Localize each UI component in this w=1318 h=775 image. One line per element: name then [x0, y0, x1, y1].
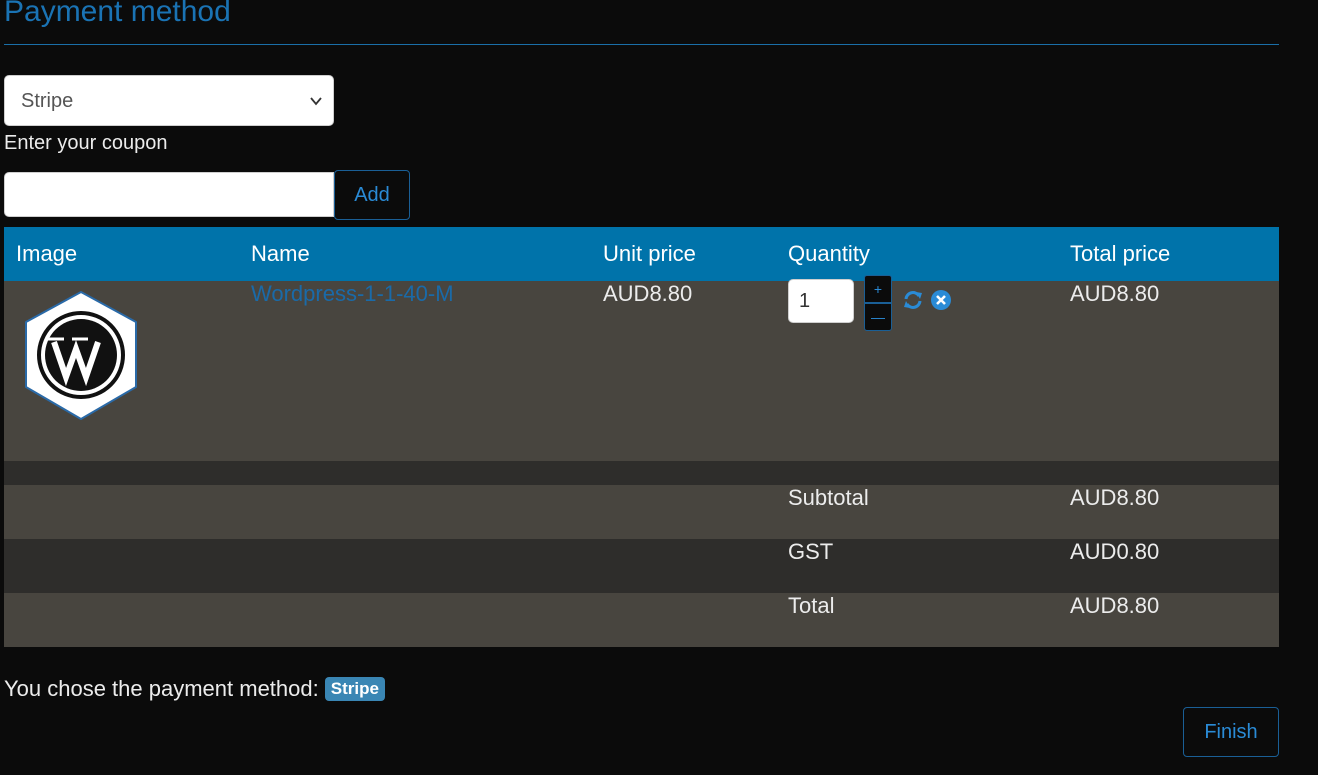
quantity-decrease-button[interactable]: —: [864, 303, 892, 331]
chosen-method-text: You chose the payment method: Stripe: [4, 676, 385, 702]
gst-label: GST: [776, 539, 1058, 593]
total-price-cell: AUD8.80: [1058, 281, 1279, 461]
payment-method-selected: Stripe: [21, 90, 74, 112]
quantity-cell: 1 + —: [776, 275, 1058, 461]
page-title: Payment method: [4, 0, 231, 28]
product-name-cell: Wordpress-1-1-40-M: [239, 281, 591, 461]
quantity-increase-button[interactable]: +: [864, 275, 892, 303]
gst-value: AUD0.80: [1058, 539, 1279, 593]
header-unit-price: Unit price: [591, 227, 776, 281]
table-row: Wordpress-1-1-40-M AUD8.80 1 + — AUD8.80: [4, 275, 1279, 461]
cart-table: Image Name Unit price Quantity Total pri…: [4, 227, 1279, 647]
table-spacer-row: [4, 461, 1279, 485]
header-image: Image: [4, 227, 239, 281]
coupon-input[interactable]: [4, 172, 334, 217]
total-label: Total: [776, 593, 1058, 647]
header-quantity: Quantity: [776, 227, 1058, 281]
product-name-link[interactable]: Wordpress-1-1-40-M: [251, 281, 454, 306]
unit-price-cell: AUD8.80: [591, 281, 776, 461]
header-name: Name: [239, 227, 591, 281]
chosen-method-label: You chose the payment method:: [4, 676, 319, 701]
chevron-down-icon: [310, 97, 322, 106]
remove-icon[interactable]: [930, 289, 952, 311]
add-coupon-button[interactable]: Add: [334, 170, 410, 220]
header-total-price: Total price: [1058, 227, 1279, 281]
title-divider: [4, 44, 1279, 45]
total-row: Total AUD8.80: [4, 593, 1279, 647]
payment-method-select[interactable]: Stripe: [4, 75, 334, 126]
finish-button[interactable]: Finish: [1183, 707, 1279, 757]
quantity-input[interactable]: 1: [788, 279, 854, 323]
table-header-row: Image Name Unit price Quantity Total pri…: [4, 227, 1279, 281]
wordpress-logo: [25, 291, 137, 420]
total-value: AUD8.80: [1058, 593, 1279, 647]
refresh-icon[interactable]: [902, 289, 924, 311]
coupon-label: Enter your coupon: [4, 132, 168, 154]
checkout-page: Payment method Stripe Enter your coupon …: [0, 0, 1318, 775]
product-image-cell: [4, 281, 239, 461]
subtotal-label: Subtotal: [776, 485, 1058, 539]
gst-row: GST AUD0.80: [4, 539, 1279, 593]
subtotal-value: AUD8.80: [1058, 485, 1279, 539]
subtotal-row: Subtotal AUD8.80: [4, 485, 1279, 539]
quantity-stepper: 1 + —: [788, 275, 1046, 351]
chosen-method-badge: Stripe: [324, 677, 385, 701]
